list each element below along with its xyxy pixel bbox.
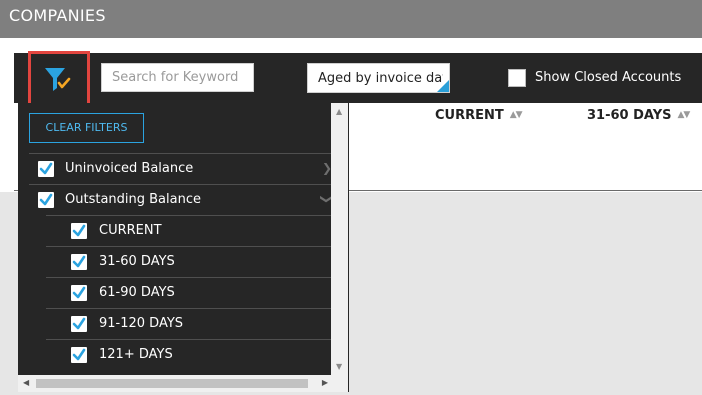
filter-item-31-60-days[interactable]: 31-60 DAYS <box>46 246 340 276</box>
title-bar: COMPANIES <box>0 0 702 38</box>
show-closed-label: Show Closed Accounts <box>535 70 682 85</box>
checkbox[interactable] <box>38 161 54 177</box>
filter-dropdown: CLEAR FILTERS Uninvoiced Balance ❯ Outst… <box>18 103 349 392</box>
checkbox[interactable] <box>38 192 54 208</box>
aged-by-select[interactable]: Aged by invoice date <box>307 63 450 93</box>
scroll-up-icon[interactable]: ▲ <box>336 107 342 116</box>
filter-group-label: Outstanding Balance <box>65 192 201 207</box>
filter-item-label: CURRENT <box>99 223 162 238</box>
sort-icon: ▲▼ <box>509 110 523 120</box>
filter-group-uninvoiced[interactable]: Uninvoiced Balance ❯ <box>29 153 340 183</box>
checkbox[interactable] <box>71 254 87 270</box>
column-header-label: CURRENT <box>435 108 504 123</box>
filter-group-label: Uninvoiced Balance <box>65 161 194 176</box>
filter-item-121-plus-days[interactable]: 121+ DAYS <box>46 339 340 369</box>
check-icon <box>72 348 86 361</box>
filter-item-label: 31-60 DAYS <box>99 254 175 269</box>
search-input[interactable] <box>101 63 254 92</box>
checkbox[interactable] <box>71 316 87 332</box>
scroll-left-icon[interactable]: ◀ <box>23 378 29 387</box>
filter-button[interactable] <box>28 51 90 107</box>
filter-item-91-120-days[interactable]: 91-120 DAYS <box>46 308 340 338</box>
column-header-label: 31-60 DAYS <box>587 108 672 123</box>
funnel-check-icon <box>45 68 71 91</box>
horizontal-scrollbar[interactable]: ◀ ▶ <box>18 375 331 392</box>
filter-item-label: 61-90 DAYS <box>99 285 175 300</box>
column-header-31-60[interactable]: 31-60 DAYS ▲▼ <box>587 108 691 123</box>
dropdown-corner-icon <box>437 80 449 92</box>
scrollbar-corner <box>331 375 348 392</box>
show-closed-checkbox[interactable] <box>508 69 526 87</box>
scroll-down-icon[interactable]: ▼ <box>336 362 342 371</box>
column-header-current[interactable]: CURRENT ▲▼ <box>435 108 523 123</box>
filter-item-current[interactable]: CURRENT <box>46 215 340 245</box>
filter-item-label: 91-120 DAYS <box>99 316 184 331</box>
check-icon <box>72 317 86 330</box>
check-icon <box>72 224 86 237</box>
check-icon <box>39 162 53 175</box>
aged-by-value: Aged by invoice date <box>318 71 443 86</box>
filter-item-label: 121+ DAYS <box>99 347 173 362</box>
check-icon <box>72 255 86 268</box>
check-icon <box>72 286 86 299</box>
page-title: COMPANIES <box>9 6 106 25</box>
clear-filters-button[interactable]: CLEAR FILTERS <box>29 113 144 143</box>
checkbox[interactable] <box>71 285 87 301</box>
sort-icon: ▲▼ <box>677 110 691 120</box>
check-icon <box>39 193 53 206</box>
vertical-scrollbar[interactable]: ▲ ▼ <box>331 103 348 375</box>
checkbox[interactable] <box>71 347 87 363</box>
scroll-right-icon[interactable]: ▶ <box>322 378 328 387</box>
checkbox[interactable] <box>71 223 87 239</box>
filter-item-61-90-days[interactable]: 61-90 DAYS <box>46 277 340 307</box>
filter-group-outstanding[interactable]: Outstanding Balance ❯ <box>29 184 340 214</box>
scrollbar-thumb[interactable] <box>36 379 308 388</box>
